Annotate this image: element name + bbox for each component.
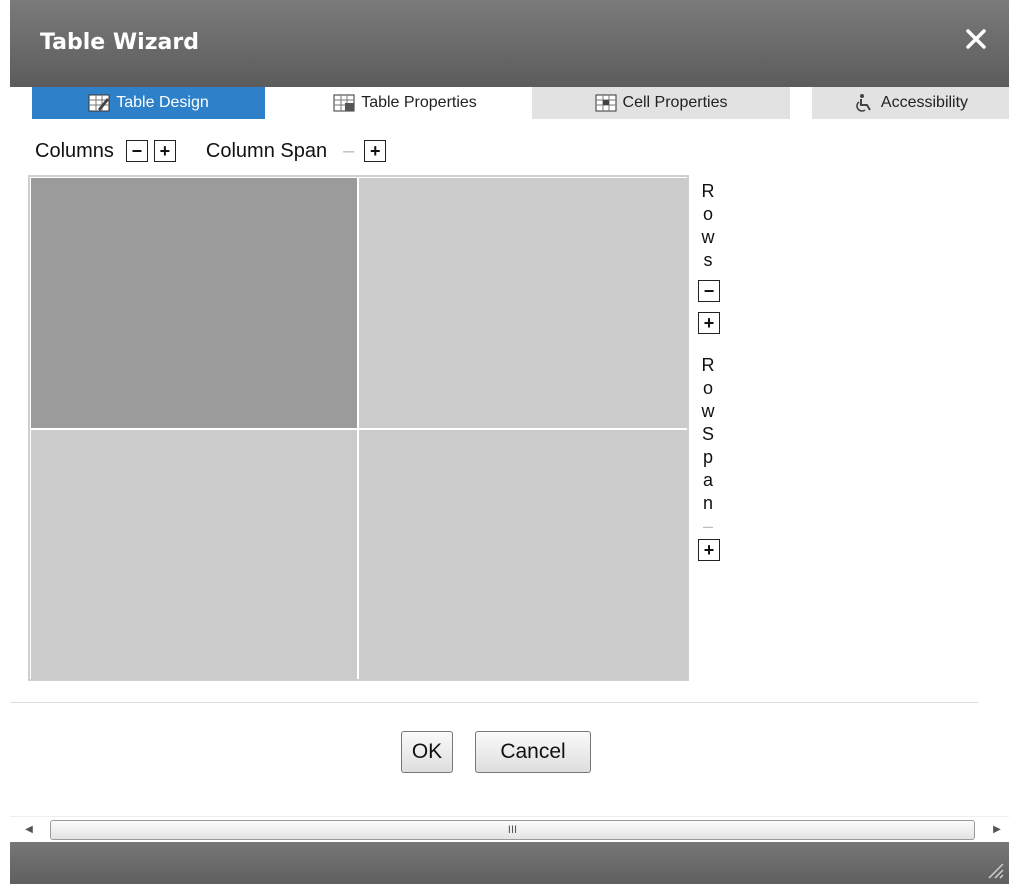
scrollbar-thumb[interactable]: III	[50, 820, 975, 840]
rowspan-label-letter: p	[702, 447, 713, 467]
column-span-increase-button[interactable]: +	[364, 140, 387, 162]
rowspan-label-letter: S	[701, 424, 714, 444]
dialog-titlebar[interactable]: Table Wizard	[10, 0, 1009, 87]
rowspan-label-letter: a	[702, 470, 713, 490]
rows-increase-button[interactable]: +	[698, 312, 720, 334]
rows-label-letter: s	[703, 250, 713, 270]
horizontal-scrollbar[interactable]: ◀ III ▶	[10, 816, 1009, 842]
rows-label-letter: o	[702, 204, 713, 224]
scrollbar-grip-icon: III	[507, 824, 518, 836]
columns-increase-button[interactable]: +	[153, 140, 176, 162]
table-cell-selected[interactable]	[31, 178, 357, 428]
column-span-label: Column Span	[205, 139, 328, 162]
cancel-button[interactable]: Cancel	[475, 731, 591, 773]
rowspan-decrease-button-disabled: –	[702, 516, 713, 536]
accessibility-icon	[853, 93, 875, 113]
columns-decrease-button[interactable]: −	[125, 140, 148, 162]
column-span-decrease-button-disabled: –	[343, 139, 355, 162]
tab-label: Accessibility	[880, 94, 969, 111]
columns-toolbar: Columns − + Column Span – +	[35, 136, 387, 166]
table-design-grid	[28, 175, 689, 681]
rowspan-label-letter: o	[702, 378, 713, 398]
tab-label: Table Design	[116, 94, 209, 111]
dialog-title: Table Wizard	[40, 30, 199, 55]
rows-label-letter: w	[701, 227, 715, 247]
tab-table-design[interactable]: Table Design	[32, 87, 265, 119]
table-wizard-dialog: Table Wizard Table Design Table Properti…	[0, 0, 1009, 884]
resize-grip-icon[interactable]	[983, 858, 1005, 880]
close-icon[interactable]	[959, 22, 993, 56]
tab-cell-properties[interactable]: Cell Properties	[532, 87, 790, 119]
footer-divider	[10, 702, 978, 703]
table-cell[interactable]	[359, 430, 688, 680]
scroll-left-icon[interactable]: ◀	[20, 821, 38, 839]
dialog-left-edge	[0, 0, 10, 884]
cell-properties-icon	[595, 93, 617, 113]
rows-decrease-button[interactable]: −	[698, 280, 720, 302]
scroll-right-icon[interactable]: ▶	[988, 821, 1006, 839]
tab-label: Table Properties	[361, 94, 477, 111]
table-cell[interactable]	[359, 178, 688, 428]
tab-table-properties[interactable]: Table Properties	[300, 87, 510, 119]
columns-label: Columns	[35, 139, 114, 162]
tab-label: Cell Properties	[622, 94, 728, 111]
dialog-footer	[10, 842, 1009, 884]
tab-accessibility[interactable]: Accessibility	[812, 87, 1009, 119]
tab-bar: Table Design Table Properties Cell Prope…	[10, 87, 1009, 119]
rowspan-label-letter: w	[701, 401, 715, 421]
rowspan-label-letter: R	[701, 355, 715, 375]
table-design-icon	[88, 93, 110, 113]
rowspan-increase-button[interactable]: +	[698, 539, 720, 561]
ok-button[interactable]: OK	[401, 731, 453, 773]
table-properties-icon	[333, 93, 355, 113]
table-cell[interactable]	[31, 430, 357, 680]
rowspan-label-letter: n	[702, 493, 713, 513]
rows-controls: R o w s − + R o w S p a n – +	[696, 180, 720, 561]
rows-label-letter: R	[701, 181, 715, 201]
